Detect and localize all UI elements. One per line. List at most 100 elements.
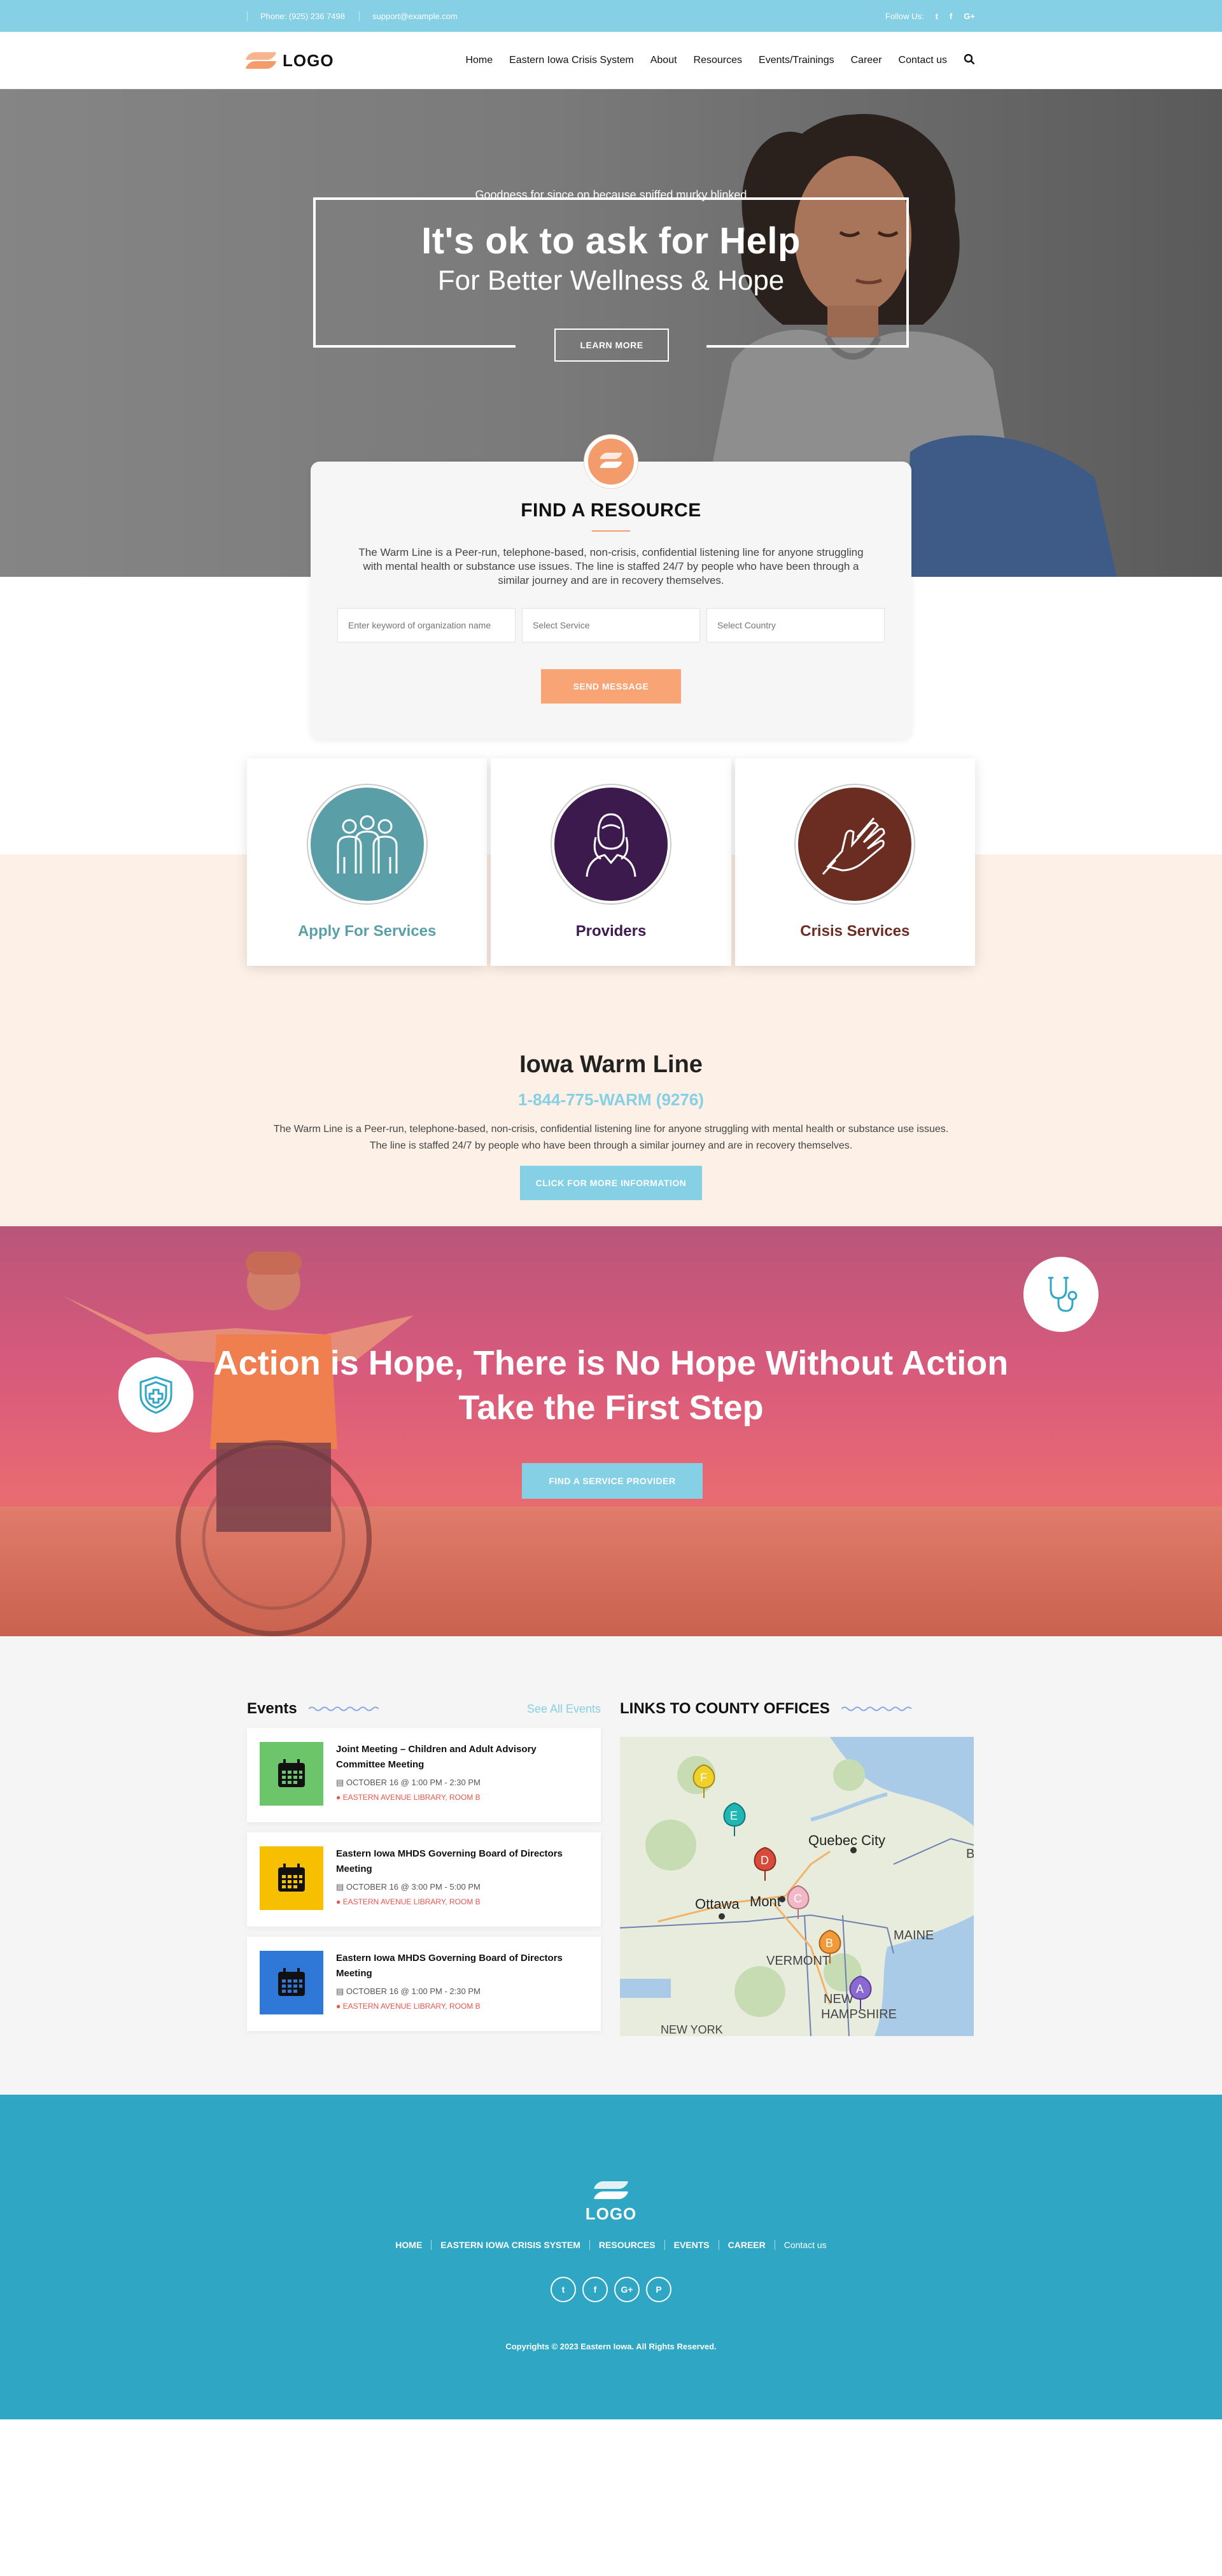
- event-title: Eastern Iowa MHDS Governing Board of Dir…: [336, 1848, 563, 1874]
- offer-cards: Apply For Services Providers Crisis Serv…: [247, 758, 975, 966]
- event-location: ● EASTERN AVENUE LIBRARY, ROOM B: [336, 2002, 481, 2011]
- search-fields: [311, 608, 911, 642]
- learn-more-button[interactable]: LEARN MORE: [554, 329, 669, 362]
- footer-logo-text: LOGO: [585, 2204, 637, 2223]
- county-offices-map[interactable]: Ottawa Mont Quebec City VERMONT MAINE NE…: [620, 1737, 974, 2036]
- event-title: Joint Meeting – Children and Adult Advis…: [336, 1744, 537, 1770]
- country-select[interactable]: [706, 608, 885, 642]
- find-provider-button[interactable]: FIND A SERVICE PROVIDER: [522, 1463, 703, 1499]
- event-info: Joint Meeting – Children and Adult Advis…: [336, 1742, 565, 1808]
- pin-label-e: E: [730, 1809, 738, 1822]
- send-message-button[interactable]: SEND MESSAGE: [541, 669, 681, 704]
- service-select[interactable]: [522, 608, 700, 642]
- footer-nav-home[interactable]: HOME: [386, 2240, 431, 2250]
- county-links-title: LINKS TO COUNTY OFFICES: [620, 1700, 830, 1717]
- google-plus-icon[interactable]: G+: [614, 2277, 640, 2302]
- footer-nav-events[interactable]: EVENTS: [664, 2240, 719, 2250]
- event-item[interactable]: Eastern Iowa MHDS Governing Board of Dir…: [247, 1832, 601, 1927]
- copyright-text: Copyrights © 2023 Eastern Iowa. All Righ…: [505, 2342, 717, 2351]
- map-label-montreal: Mont: [750, 1893, 781, 1909]
- county-links-column: LINKS TO COUNTY OFFICES Ottawa Mont Queb…: [620, 1700, 974, 2036]
- map-label-nh-1: NEW: [824, 1992, 853, 2006]
- site-logo[interactable]: LOGO: [245, 51, 334, 71]
- site-footer: LOGO HOME EASTERN IOWA CRISIS SYSTEM RES…: [0, 2095, 1222, 2419]
- map-label-ottawa: Ottawa: [695, 1896, 740, 1912]
- nav-events[interactable]: Events/Trainings: [759, 55, 834, 66]
- search-icon[interactable]: [964, 53, 975, 68]
- wave-divider-icon: [308, 1706, 379, 1711]
- footer-nav-career[interactable]: CAREER: [718, 2240, 775, 2250]
- event-date: ▤ OCTOBER 16 @ 1:00 PM - 2:30 PM: [336, 1778, 481, 1787]
- person-icon: [551, 785, 670, 903]
- google-plus-icon[interactable]: G+: [964, 11, 975, 21]
- find-resource-panel: FIND A RESOURCE The Warm Line is a Peer-…: [311, 435, 911, 739]
- event-location: ● EASTERN AVENUE LIBRARY, ROOM B: [336, 1897, 481, 1906]
- see-all-events-link[interactable]: See All Events: [527, 1702, 601, 1716]
- event-date: ▤ OCTOBER 16 @ 1:00 PM - 2:30 PM: [336, 1986, 481, 1996]
- event-item[interactable]: Joint Meeting – Children and Adult Advis…: [247, 1728, 601, 1822]
- warm-line-text-2: The line is staffed 24/7 by people who h…: [369, 1140, 853, 1151]
- events-section: Events See All Events Joint Meeting – Ch…: [0, 1636, 1222, 2095]
- footer-nav-contact[interactable]: Contact us: [774, 2240, 836, 2250]
- event-title: Eastern Iowa MHDS Governing Board of Dir…: [336, 1953, 563, 1979]
- shield-icon: [118, 1357, 193, 1433]
- footer-nav: HOME EASTERN IOWA CRISIS SYSTEM RESOURCE…: [0, 2240, 1222, 2250]
- logo-icon: [245, 51, 277, 70]
- pinterest-icon[interactable]: P: [646, 2277, 671, 2302]
- footer-nav-resources[interactable]: RESOURCES: [589, 2240, 664, 2250]
- event-item[interactable]: Eastern Iowa MHDS Governing Board of Dir…: [247, 1937, 601, 2031]
- hero-frame-bottom-left: [313, 345, 516, 348]
- calendar-icon: [260, 1742, 323, 1806]
- map-graphic: Ottawa Mont Quebec City VERMONT MAINE NE…: [620, 1737, 974, 2036]
- facebook-icon[interactable]: f: [950, 11, 952, 21]
- find-resource-text: The Warm Line is a Peer-run, telephone-b…: [358, 546, 864, 586]
- top-bar: Phone: (925) 236 7498 support@example.co…: [0, 0, 1222, 32]
- twitter-icon[interactable]: t: [551, 2277, 576, 2302]
- hero-title: It's ok to ask for Help: [421, 220, 801, 262]
- action-banner: Action is Hope, There is No Hope Without…: [0, 1226, 1222, 1636]
- group-icon: [307, 785, 426, 903]
- map-label-quebec: Quebec City: [808, 1832, 885, 1848]
- footer-logo[interactable]: LOGO: [0, 2179, 1222, 2224]
- pin-label-b: B: [825, 1937, 833, 1950]
- card-crisis-label: Crisis Services: [800, 923, 910, 940]
- card-apply-services[interactable]: Apply For Services: [247, 758, 488, 966]
- event-info: Eastern Iowa MHDS Governing Board of Dir…: [336, 1846, 565, 1913]
- nav-career[interactable]: Career: [851, 55, 882, 66]
- event-location-text: EASTERN AVENUE LIBRARY, ROOM B: [342, 2002, 481, 2011]
- nav-crisis-system[interactable]: Eastern Iowa Crisis System: [509, 55, 634, 66]
- warm-line-block: Iowa Warm Line 1-844-775-WARM (9276) The…: [0, 1051, 1222, 1200]
- action-heading-line2: Take the First Step: [458, 1389, 764, 1427]
- phone-text: Phone: (925) 236 7498: [247, 11, 345, 21]
- title-underline: [592, 530, 630, 532]
- more-info-button[interactable]: CLICK FOR MORE INFORMATION: [520, 1166, 702, 1200]
- footer-social: t f G+ P: [0, 2277, 1222, 2302]
- warm-line-phone[interactable]: 1-844-775-WARM (9276): [0, 1090, 1222, 1110]
- keyword-input[interactable]: [337, 608, 516, 642]
- event-date-text: OCTOBER 16 @ 3:00 PM - 5:00 PM: [346, 1882, 481, 1892]
- nav-resources[interactable]: Resources: [694, 55, 742, 66]
- footer-logo-icon: [593, 2179, 629, 2200]
- nav-about[interactable]: About: [650, 55, 677, 66]
- warm-line-title: Iowa Warm Line: [519, 1051, 703, 1078]
- hero-subtitle: For Better Wellness & Hope: [437, 265, 785, 296]
- twitter-icon[interactable]: t: [936, 11, 938, 21]
- site-header: LOGO Home Eastern Iowa Crisis System Abo…: [0, 32, 1222, 89]
- calendar-icon: [260, 1951, 323, 2014]
- map-label-nh-2: HAMPSHIRE: [821, 2007, 897, 2021]
- facebook-icon[interactable]: f: [582, 2277, 608, 2302]
- card-providers[interactable]: Providers: [491, 758, 731, 966]
- main-nav: Home Eastern Iowa Crisis System About Re…: [465, 53, 975, 68]
- nav-home[interactable]: Home: [465, 55, 493, 66]
- card-providers-label: Providers: [575, 923, 647, 940]
- footer-nav-crisis-system[interactable]: EASTERN IOWA CRISIS SYSTEM: [431, 2240, 589, 2250]
- calendar-icon: [260, 1846, 323, 1910]
- email-link[interactable]: support@example.com: [359, 11, 458, 21]
- event-location-text: EASTERN AVENUE LIBRARY, ROOM B: [342, 1793, 481, 1802]
- nav-contact[interactable]: Contact us: [899, 55, 947, 66]
- wheelchair-man-image: [64, 1252, 414, 1636]
- follow-label: Follow Us:: [885, 11, 924, 21]
- event-date: ▤ OCTOBER 16 @ 3:00 PM - 5:00 PM: [336, 1882, 481, 1892]
- card-crisis-services[interactable]: Crisis Services: [734, 758, 975, 966]
- hand-icon: [796, 785, 915, 903]
